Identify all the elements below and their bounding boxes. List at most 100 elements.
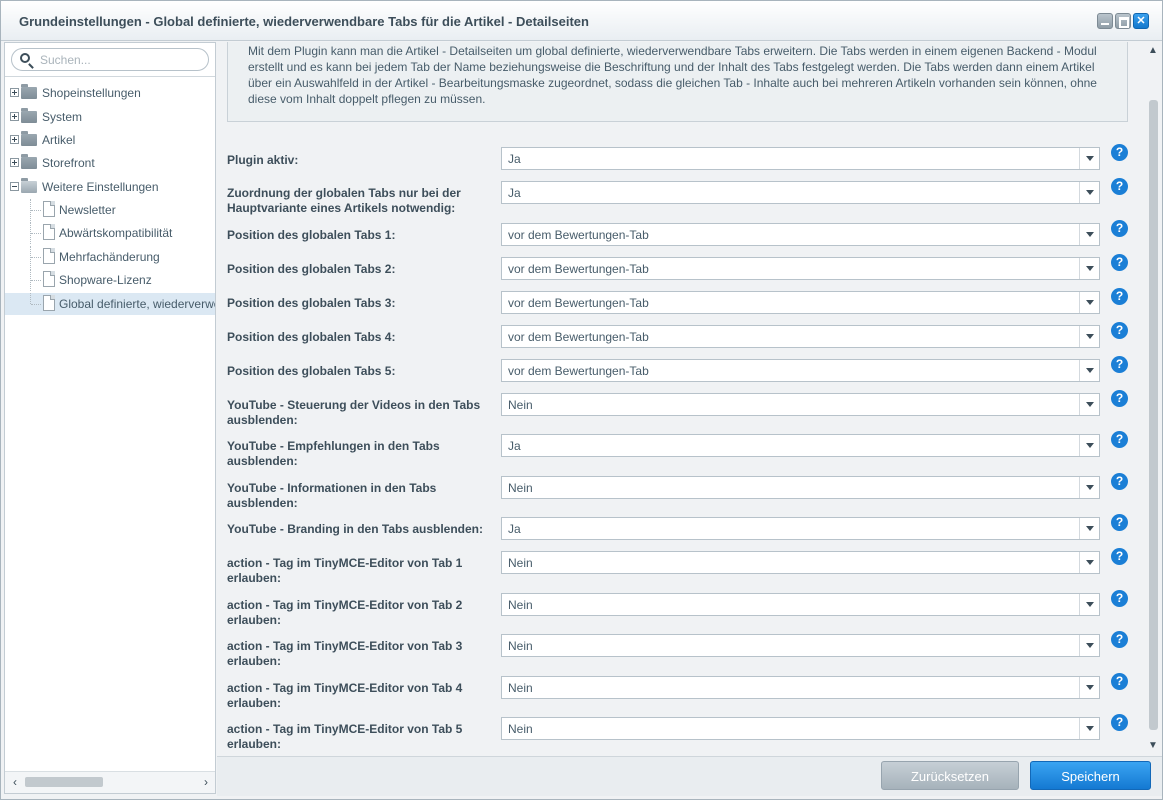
sidebar-item-system[interactable]: System — [5, 106, 215, 128]
sidebar-item-abwaertskompatibilitaet[interactable]: Abwärtskompatibilität — [5, 222, 215, 244]
dropdown-arrow-icon[interactable] — [1079, 258, 1099, 279]
sidebar-item-global-tabs[interactable]: Global definierte, wiederverwendbare Tab… — [5, 293, 215, 315]
search-box[interactable] — [11, 48, 209, 71]
select-value: Ja — [508, 152, 521, 166]
select-value: Ja — [508, 522, 521, 536]
select-value: vor dem Bewertungen-Tab — [508, 364, 649, 378]
field-label: Position des globalen Tabs 1: — [227, 228, 396, 242]
select-field[interactable]: vor dem Bewertungen-Tab — [501, 257, 1100, 280]
help-icon[interactable]: ? — [1111, 473, 1128, 490]
help-icon[interactable]: ? — [1111, 220, 1128, 237]
close-button[interactable]: ✕ — [1133, 13, 1149, 29]
select-value: vor dem Bewertungen-Tab — [508, 296, 649, 310]
select-field[interactable]: Ja — [501, 434, 1100, 457]
help-icon[interactable]: ? — [1111, 144, 1128, 161]
sidebar-item-label: Shopware-Lizenz — [59, 273, 152, 287]
select-field[interactable]: Ja — [501, 181, 1100, 204]
dropdown-arrow-icon[interactable] — [1079, 552, 1099, 573]
help-icon[interactable]: ? — [1111, 673, 1128, 690]
form-footer: Zurücksetzen Speichern — [217, 756, 1162, 796]
select-field[interactable]: vor dem Bewertungen-Tab — [501, 223, 1100, 246]
select-field[interactable]: Ja — [501, 517, 1100, 540]
help-icon[interactable]: ? — [1111, 288, 1128, 305]
help-icon[interactable]: ? — [1111, 178, 1128, 195]
minimize-button[interactable] — [1097, 13, 1113, 29]
scroll-up-icon[interactable]: ▲ — [1145, 44, 1161, 58]
dropdown-arrow-icon[interactable] — [1079, 477, 1099, 498]
vertical-scrollbar[interactable]: ▲ ▼ — [1145, 42, 1161, 756]
title-bar[interactable]: Grundeinstellungen - Global definierte, … — [1, 1, 1162, 41]
select-field[interactable]: Nein — [501, 393, 1100, 416]
sidebar-item-newsletter[interactable]: Newsletter — [5, 199, 215, 221]
help-icon[interactable]: ? — [1111, 514, 1128, 531]
reset-button[interactable]: Zurücksetzen — [881, 761, 1019, 790]
search-input[interactable] — [40, 52, 200, 68]
help-icon[interactable]: ? — [1111, 590, 1128, 607]
dropdown-arrow-icon[interactable] — [1079, 394, 1099, 415]
field-label: YouTube - Empfehlungen in den Tabs ausbl… — [227, 439, 440, 468]
help-icon[interactable]: ? — [1111, 390, 1128, 407]
select-value: Nein — [508, 722, 533, 736]
page-icon — [43, 201, 55, 217]
help-icon[interactable]: ? — [1111, 714, 1128, 731]
dropdown-arrow-icon[interactable] — [1079, 435, 1099, 456]
help-icon[interactable]: ? — [1111, 631, 1128, 648]
dropdown-arrow-icon[interactable] — [1079, 635, 1099, 656]
dropdown-arrow-icon[interactable] — [1079, 718, 1099, 739]
save-button[interactable]: Speichern — [1030, 761, 1151, 790]
help-icon[interactable]: ? — [1111, 254, 1128, 271]
select-field[interactable]: vor dem Bewertungen-Tab — [501, 325, 1100, 348]
dropdown-arrow-icon[interactable] — [1079, 326, 1099, 347]
expand-icon[interactable] — [10, 88, 19, 97]
dropdown-arrow-icon[interactable] — [1079, 182, 1099, 203]
field-label: Position des globalen Tabs 3: — [227, 296, 396, 310]
scroll-down-icon[interactable]: ▼ — [1145, 739, 1161, 753]
sidebar-item-storefront[interactable]: Storefront — [5, 152, 215, 174]
scroll-thumb[interactable] — [25, 777, 103, 787]
sidebar-item-shopware-lizenz[interactable]: Shopware-Lizenz — [5, 269, 215, 291]
help-icon[interactable]: ? — [1111, 431, 1128, 448]
sidebar-item-shopeinstellungen[interactable]: Shopeinstellungen — [5, 82, 215, 104]
sidebar-item-label: Storefront — [42, 156, 95, 170]
expand-icon[interactable] — [10, 158, 19, 167]
dropdown-arrow-icon[interactable] — [1079, 518, 1099, 539]
select-field[interactable]: Nein — [501, 476, 1100, 499]
sidebar-item-label: Artikel — [42, 133, 76, 147]
close-icon: ✕ — [1136, 15, 1146, 27]
horizontal-scrollbar[interactable]: ‹ › — [5, 771, 215, 793]
scroll-thumb[interactable] — [1149, 100, 1158, 730]
select-field[interactable]: vor dem Bewertungen-Tab — [501, 359, 1100, 382]
plugin-description: Mit dem Plugin kann man die Artikel - De… — [227, 42, 1128, 122]
select-value: Nein — [508, 398, 533, 412]
help-icon[interactable]: ? — [1111, 356, 1128, 373]
maximize-button[interactable] — [1115, 13, 1131, 29]
select-field[interactable]: vor dem Bewertungen-Tab — [501, 291, 1100, 314]
dropdown-arrow-icon[interactable] — [1079, 360, 1099, 381]
select-field[interactable]: Nein — [501, 717, 1100, 740]
scroll-left-icon[interactable]: ‹ — [8, 774, 22, 790]
select-field[interactable]: Nein — [501, 593, 1100, 616]
expand-icon[interactable] — [10, 112, 19, 121]
sidebar-item-mehrfachaenderung[interactable]: Mehrfachänderung — [5, 246, 215, 268]
dropdown-arrow-icon[interactable] — [1079, 677, 1099, 698]
scroll-right-icon[interactable]: › — [199, 774, 213, 790]
expand-icon[interactable] — [10, 135, 19, 144]
select-field[interactable]: Nein — [501, 676, 1100, 699]
folder-icon — [21, 84, 37, 99]
field-label: Position des globalen Tabs 4: — [227, 330, 396, 344]
page-icon — [43, 248, 55, 264]
sidebar-item-artikel[interactable]: Artikel — [5, 129, 215, 151]
dropdown-arrow-icon[interactable] — [1079, 224, 1099, 245]
dropdown-arrow-icon[interactable] — [1079, 292, 1099, 313]
select-field[interactable]: Ja — [501, 147, 1100, 170]
sidebar-item-weitere-einstellungen[interactable]: Weitere Einstellungen — [5, 176, 215, 198]
dropdown-arrow-icon[interactable] — [1079, 148, 1099, 169]
select-field[interactable]: Nein — [501, 634, 1100, 657]
help-icon[interactable]: ? — [1111, 548, 1128, 565]
dropdown-arrow-icon[interactable] — [1079, 594, 1099, 615]
help-icon[interactable]: ? — [1111, 322, 1128, 339]
select-value: Nein — [508, 556, 533, 570]
select-field[interactable]: Nein — [501, 551, 1100, 574]
page-icon — [43, 271, 55, 287]
collapse-icon[interactable] — [10, 182, 19, 191]
